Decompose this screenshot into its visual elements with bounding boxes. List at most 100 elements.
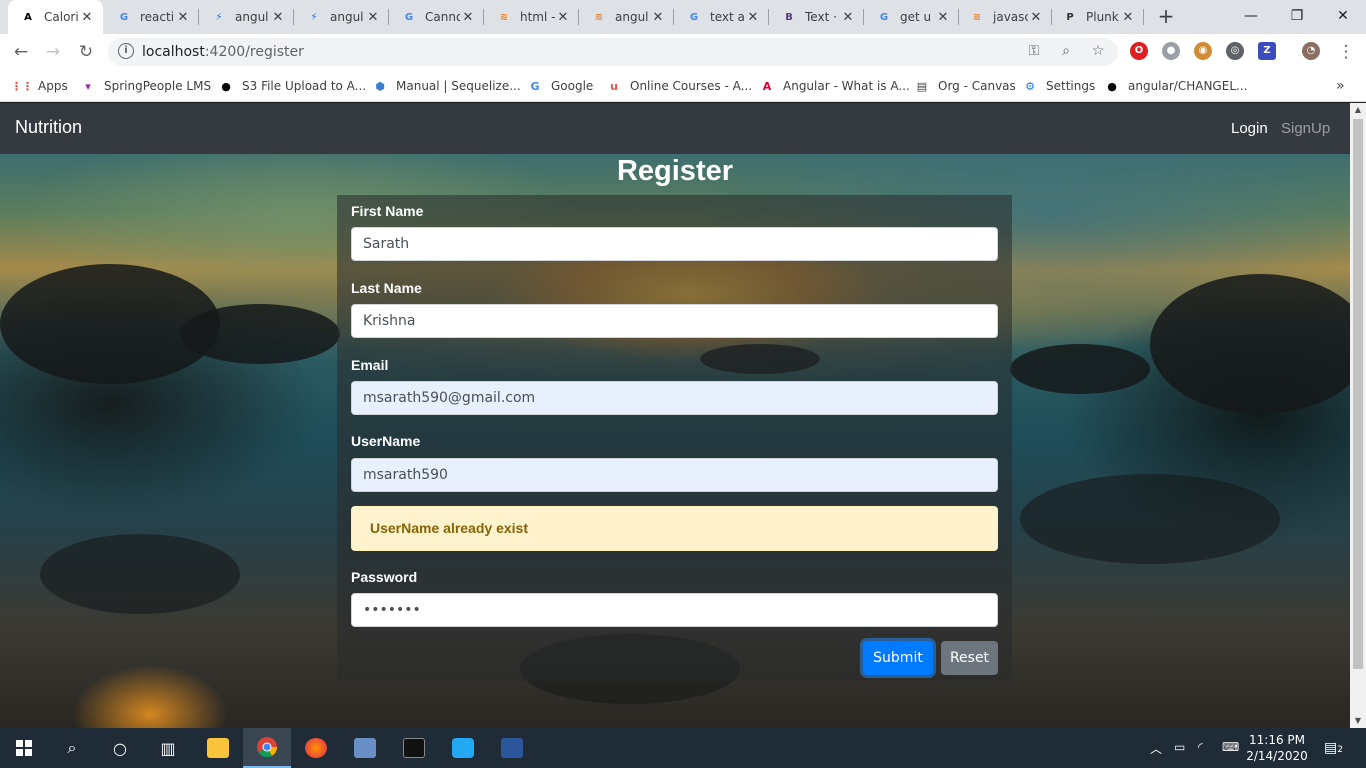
close-tab-icon[interactable]: ✕ xyxy=(1120,10,1136,25)
bookmark-item[interactable]: ● angular/CHANGEL... xyxy=(1104,76,1247,96)
network-app-icon[interactable] xyxy=(341,728,389,768)
forward-arrow-icon[interactable]: → xyxy=(41,40,65,64)
close-tab-icon[interactable]: ✕ xyxy=(745,10,761,25)
more-bookmarks-chevron-icon[interactable]: » xyxy=(1336,76,1345,96)
browser-tab[interactable]: Greacti ✕ xyxy=(104,0,199,34)
extension-circle-icon[interactable]: ● xyxy=(1162,42,1180,60)
profile-avatar[interactable]: ◔ xyxy=(1302,42,1320,60)
menu-kebab-icon[interactable]: ⋮ xyxy=(1334,40,1358,64)
angular-icon: A xyxy=(762,79,772,93)
password-input[interactable] xyxy=(351,593,998,627)
bookmark-item[interactable]: A Angular - What is A... xyxy=(759,76,910,96)
browser-tab[interactable]: Gget u ✕ xyxy=(864,0,959,34)
last-name-input[interactable] xyxy=(351,304,998,338)
address-url[interactable]: localhost:4200/register xyxy=(142,44,304,60)
stackoverflow-icon: ≋ xyxy=(594,11,604,23)
close-tab-icon[interactable]: ✕ xyxy=(460,10,476,25)
task-view-icon[interactable]: ▥ xyxy=(144,728,192,768)
username-input[interactable] xyxy=(351,458,998,492)
wifi-icon[interactable]: ◜ xyxy=(1198,740,1203,754)
browser-tab[interactable]: ≋ angul ✕ xyxy=(579,0,674,34)
eye-extension-icon[interactable]: ◎ xyxy=(1226,42,1244,60)
github-icon: ● xyxy=(221,79,231,93)
word-icon[interactable] xyxy=(488,728,536,768)
scrollbar-thumb[interactable] xyxy=(1353,119,1363,669)
chrome-icon[interactable] xyxy=(243,728,291,768)
scroll-down-arrow-icon[interactable]: ▼ xyxy=(1350,714,1366,728)
close-tab-icon[interactable]: ✕ xyxy=(79,10,95,25)
tab-title: html - xyxy=(520,10,555,24)
bookmark-item[interactable]: ● S3 File Upload to A... xyxy=(218,76,366,96)
scroll-up-arrow-icon[interactable]: ▲ xyxy=(1350,103,1366,117)
vscode-icon[interactable] xyxy=(439,728,487,768)
browser-tab[interactable]: ≋ html - ✕ xyxy=(484,0,579,34)
bookmark-item[interactable]: ▾ SpringPeople LMS xyxy=(80,76,211,96)
close-tab-icon[interactable]: ✕ xyxy=(935,10,951,25)
maximize-button[interactable]: ❐ xyxy=(1274,0,1320,32)
bookmark-item[interactable]: u Online Courses - A... xyxy=(606,76,752,96)
browser-tab[interactable]: Gtext a ✕ xyxy=(674,0,769,34)
cortana-circle-icon[interactable]: ○ xyxy=(96,728,144,768)
close-tab-icon[interactable]: ✕ xyxy=(555,10,571,25)
last-name-label: Last Name xyxy=(351,280,422,296)
file-explorer-icon[interactable] xyxy=(194,728,242,768)
site-info-icon[interactable]: i xyxy=(118,43,134,59)
new-tab-button[interactable]: + xyxy=(1154,4,1178,28)
firefox-icon[interactable] xyxy=(292,728,340,768)
opera-extension-icon[interactable]: O xyxy=(1130,42,1148,60)
windows-start-icon[interactable] xyxy=(0,728,48,768)
browser-tab[interactable]: G Canno ✕ xyxy=(389,0,484,34)
search-icon[interactable]: ⌕ xyxy=(48,728,96,768)
battery-icon[interactable]: ▭ xyxy=(1174,740,1185,754)
keyboard-icon[interactable]: ⌨ xyxy=(1222,740,1239,754)
browser-toolbar: ← → ↻ i localhost:4200/register ⚿ ⌕ ☆ O … xyxy=(0,34,1366,70)
tab-title: angul xyxy=(615,10,649,24)
browser-tab[interactable]: ⚡ angul ✕ xyxy=(294,0,389,34)
close-tab-icon[interactable]: ✕ xyxy=(650,10,666,25)
zoom-icon[interactable]: ⌕ xyxy=(1056,43,1076,61)
close-tab-icon[interactable]: ✕ xyxy=(840,10,856,25)
nav-signup-link[interactable]: SignUp xyxy=(1281,120,1330,137)
terminal-icon[interactable] xyxy=(390,728,438,768)
bookmark-label: SpringPeople LMS xyxy=(104,79,212,93)
first-name-input[interactable] xyxy=(351,227,998,261)
key-icon[interactable]: ⚿ xyxy=(1024,43,1044,61)
bookmark-item[interactable]: ▤ Org - Canvas xyxy=(914,76,1016,96)
bookmark-item[interactable]: ⬢ Manual | Sequelize... xyxy=(372,76,521,96)
bookmark-item[interactable]: ⋮⋮ Apps xyxy=(11,76,68,96)
close-tab-icon[interactable]: ✕ xyxy=(270,10,286,25)
notification-center-icon[interactable]: ▤2 xyxy=(1324,740,1343,756)
cookie-extension-icon[interactable]: ◉ xyxy=(1194,42,1212,60)
browser-tab[interactable]: ≋ javasc ✕ xyxy=(957,0,1052,34)
close-tab-icon[interactable]: ✕ xyxy=(365,10,381,25)
browser-tab[interactable]: ⚡ angul ✕ xyxy=(199,0,294,34)
taskbar-clock[interactable]: 11:16 PM 2/14/2020 xyxy=(1242,732,1312,764)
close-tab-icon[interactable]: ✕ xyxy=(175,10,191,25)
google-icon: G xyxy=(404,11,414,23)
brand-link[interactable]: Nutrition xyxy=(15,117,82,138)
browser-tab[interactable]: P Plunk ✕ xyxy=(1050,0,1144,34)
email-input[interactable] xyxy=(351,381,998,415)
reload-icon[interactable]: ↻ xyxy=(74,40,98,64)
page-scrollbar[interactable]: ▲ ▼ xyxy=(1350,103,1366,728)
close-window-button[interactable]: ✕ xyxy=(1320,0,1366,32)
address-bar[interactable]: i localhost:4200/register ⚿ ⌕ ☆ xyxy=(108,38,1118,66)
bookmark-star-icon[interactable]: ☆ xyxy=(1088,43,1108,61)
browser-tab[interactable]: B Text · ✕ xyxy=(769,0,864,34)
password-label: Password xyxy=(351,569,418,585)
bootstrap-icon: B xyxy=(785,11,793,23)
nav-login-link[interactable]: Login xyxy=(1231,120,1268,137)
submit-button[interactable]: Submit xyxy=(863,641,933,675)
z-extension-icon[interactable]: Z xyxy=(1258,42,1276,60)
bookmark-item[interactable]: ⚙ Settings xyxy=(1022,76,1095,96)
close-tab-icon[interactable]: ✕ xyxy=(1028,10,1044,25)
minimize-button[interactable]: — xyxy=(1228,0,1274,32)
browser-tab[interactable]: A Calori ✕ xyxy=(8,0,103,34)
tray-chevron-up-icon[interactable]: ︿ xyxy=(1150,740,1162,757)
reset-button[interactable]: Reset xyxy=(941,641,998,675)
bookmark-item[interactable]: G Google xyxy=(527,76,593,96)
tab-title: reacti xyxy=(140,10,175,24)
clock-time: 11:16 PM xyxy=(1249,733,1305,747)
web-page: Nutrition Login SignUp Register First Na… xyxy=(0,103,1350,728)
back-arrow-icon[interactable]: ← xyxy=(9,40,33,64)
